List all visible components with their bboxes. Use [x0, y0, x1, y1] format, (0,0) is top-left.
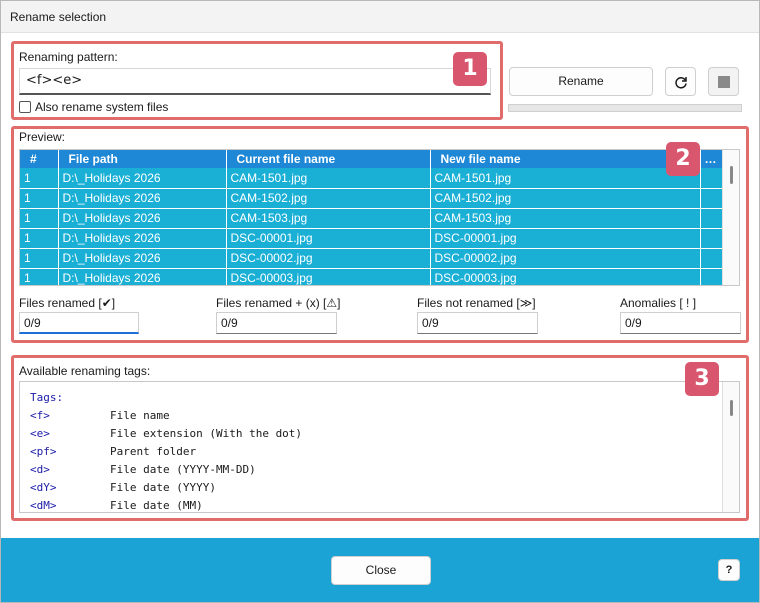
- cell-index: 1: [20, 188, 59, 209]
- cell-index: 1: [20, 168, 59, 189]
- tags-header: Tags:: [30, 391, 64, 404]
- files-renamed-x-field[interactable]: 0/9: [216, 312, 337, 334]
- cell-empty: [700, 208, 725, 229]
- tag-key: <e>: [30, 427, 50, 440]
- table-row[interactable]: 1 D:\_Holidays 2026 DSC-00002.jpg DSC-00…: [20, 248, 725, 269]
- cell-file-path: D:\_Holidays 2026: [58, 208, 227, 229]
- files-not-renamed-label: Files not renamed [≫]: [417, 296, 536, 310]
- rename-button[interactable]: Rename: [509, 67, 653, 96]
- cell-index: 1: [20, 248, 59, 269]
- tag-description: Parent folder: [110, 445, 197, 458]
- cell-empty: [700, 188, 725, 209]
- preview-grid[interactable]: # File path Current file name New file n…: [19, 149, 740, 286]
- cell-new-name: DSC-00001.jpg: [430, 228, 701, 249]
- cell-current-name: CAM-1503.jpg: [226, 208, 431, 229]
- footer-bar: Close ?: [1, 538, 759, 602]
- tag-key: <f>: [30, 409, 50, 422]
- stop-icon: [718, 76, 730, 88]
- preview-header-row: # File path Current file name New file n…: [20, 150, 725, 168]
- cell-current-name: DSC-00001.jpg: [226, 228, 431, 249]
- cell-empty: [700, 228, 725, 249]
- files-not-renamed-field[interactable]: 0/9: [417, 312, 538, 334]
- refresh-icon: [675, 77, 687, 89]
- column-header-file-path[interactable]: File path: [58, 150, 227, 168]
- preview-scrollbar-thumb[interactable]: [730, 166, 733, 184]
- badge-2: 2: [666, 142, 700, 176]
- cell-current-name: DSC-00002.jpg: [226, 248, 431, 269]
- files-renamed-field[interactable]: 0/9: [19, 312, 139, 334]
- column-header-index[interactable]: #: [20, 150, 59, 168]
- pattern-label: Renaming pattern:: [19, 50, 118, 64]
- tags-scrollbar[interactable]: [722, 382, 739, 512]
- tag-key: <dY>: [30, 481, 57, 494]
- cell-current-name: CAM-1501.jpg: [226, 168, 431, 189]
- tags-label: Available renaming tags:: [19, 364, 151, 378]
- cell-empty: [700, 168, 725, 189]
- tag-key: <d>: [30, 463, 50, 476]
- tag-key: <pf>: [30, 445, 57, 458]
- tag-description: File date (YYYY-MM-DD): [110, 463, 256, 476]
- anomalies-field[interactable]: 0/9: [620, 312, 741, 334]
- badge-3: 3: [685, 362, 719, 396]
- tag-description: File date (MM): [110, 499, 203, 512]
- cell-new-name: CAM-1503.jpg: [430, 208, 701, 229]
- cell-current-name: CAM-1502.jpg: [226, 188, 431, 209]
- table-row[interactable]: 1 D:\_Holidays 2026 DSC-00003.jpg DSC-00…: [20, 268, 725, 285]
- table-row[interactable]: 1 D:\_Holidays 2026 CAM-1503.jpg CAM-150…: [20, 208, 725, 229]
- table-row[interactable]: 1 D:\_Holidays 2026 CAM-1502.jpg CAM-150…: [20, 188, 725, 209]
- column-header-new-name[interactable]: New file name: [430, 150, 701, 168]
- tags-scrollbar-thumb[interactable]: [730, 400, 733, 416]
- title-bar: Rename selection: [1, 1, 759, 33]
- pattern-input[interactable]: <f><e>: [19, 68, 491, 95]
- cell-new-name: CAM-1501.jpg: [430, 168, 701, 189]
- table-row[interactable]: 1 D:\_Holidays 2026 CAM-1501.jpg CAM-150…: [20, 168, 725, 189]
- cell-file-path: D:\_Holidays 2026: [58, 248, 227, 269]
- cell-file-path: D:\_Holidays 2026: [58, 168, 227, 189]
- system-files-checkbox[interactable]: [19, 101, 31, 113]
- cell-new-name: DSC-00003.jpg: [430, 268, 701, 285]
- cell-new-name: DSC-00002.jpg: [430, 248, 701, 269]
- stop-button[interactable]: [708, 67, 739, 96]
- cell-index: 1: [20, 208, 59, 229]
- cell-empty: [700, 248, 725, 269]
- files-renamed-x-label: Files renamed + (x) [⚠]: [216, 296, 341, 310]
- system-files-label: Also rename system files: [35, 100, 169, 114]
- preview-scrollbar[interactable]: [722, 150, 739, 285]
- rename-progress-bar: [508, 104, 742, 112]
- anomalies-label: Anomalies [ ! ]: [620, 296, 697, 310]
- preview-table: # File path Current file name New file n…: [20, 150, 725, 285]
- files-renamed-label: Files renamed [✔]: [19, 296, 116, 310]
- cell-empty: [700, 268, 725, 285]
- tag-description: File name: [110, 409, 170, 422]
- column-header-current-name[interactable]: Current file name: [226, 150, 431, 168]
- cell-current-name: DSC-00003.jpg: [226, 268, 431, 285]
- column-header-more[interactable]: …: [700, 150, 725, 168]
- window-title: Rename selection: [10, 10, 107, 24]
- cell-index: 1: [20, 228, 59, 249]
- cell-index: 1: [20, 268, 59, 285]
- tag-key: <dM>: [30, 499, 57, 512]
- tag-description: File extension (With the dot): [110, 427, 303, 440]
- refresh-button[interactable]: [665, 67, 696, 96]
- table-row[interactable]: 1 D:\_Holidays 2026 DSC-00001.jpg DSC-00…: [20, 228, 725, 249]
- cell-file-path: D:\_Holidays 2026: [58, 228, 227, 249]
- tags-text-area[interactable]: Tags: <f> File name <e> File extension (…: [19, 381, 740, 513]
- help-button[interactable]: ?: [718, 559, 740, 581]
- cell-file-path: D:\_Holidays 2026: [58, 268, 227, 285]
- cell-file-path: D:\_Holidays 2026: [58, 188, 227, 209]
- close-button[interactable]: Close: [331, 556, 431, 585]
- badge-1: 1: [453, 52, 487, 86]
- preview-label: Preview:: [19, 130, 66, 144]
- cell-new-name: CAM-1502.jpg: [430, 188, 701, 209]
- rename-dialog: Rename selection Renaming pattern: <f><e…: [0, 0, 760, 603]
- tag-description: File date (YYYY): [110, 481, 216, 494]
